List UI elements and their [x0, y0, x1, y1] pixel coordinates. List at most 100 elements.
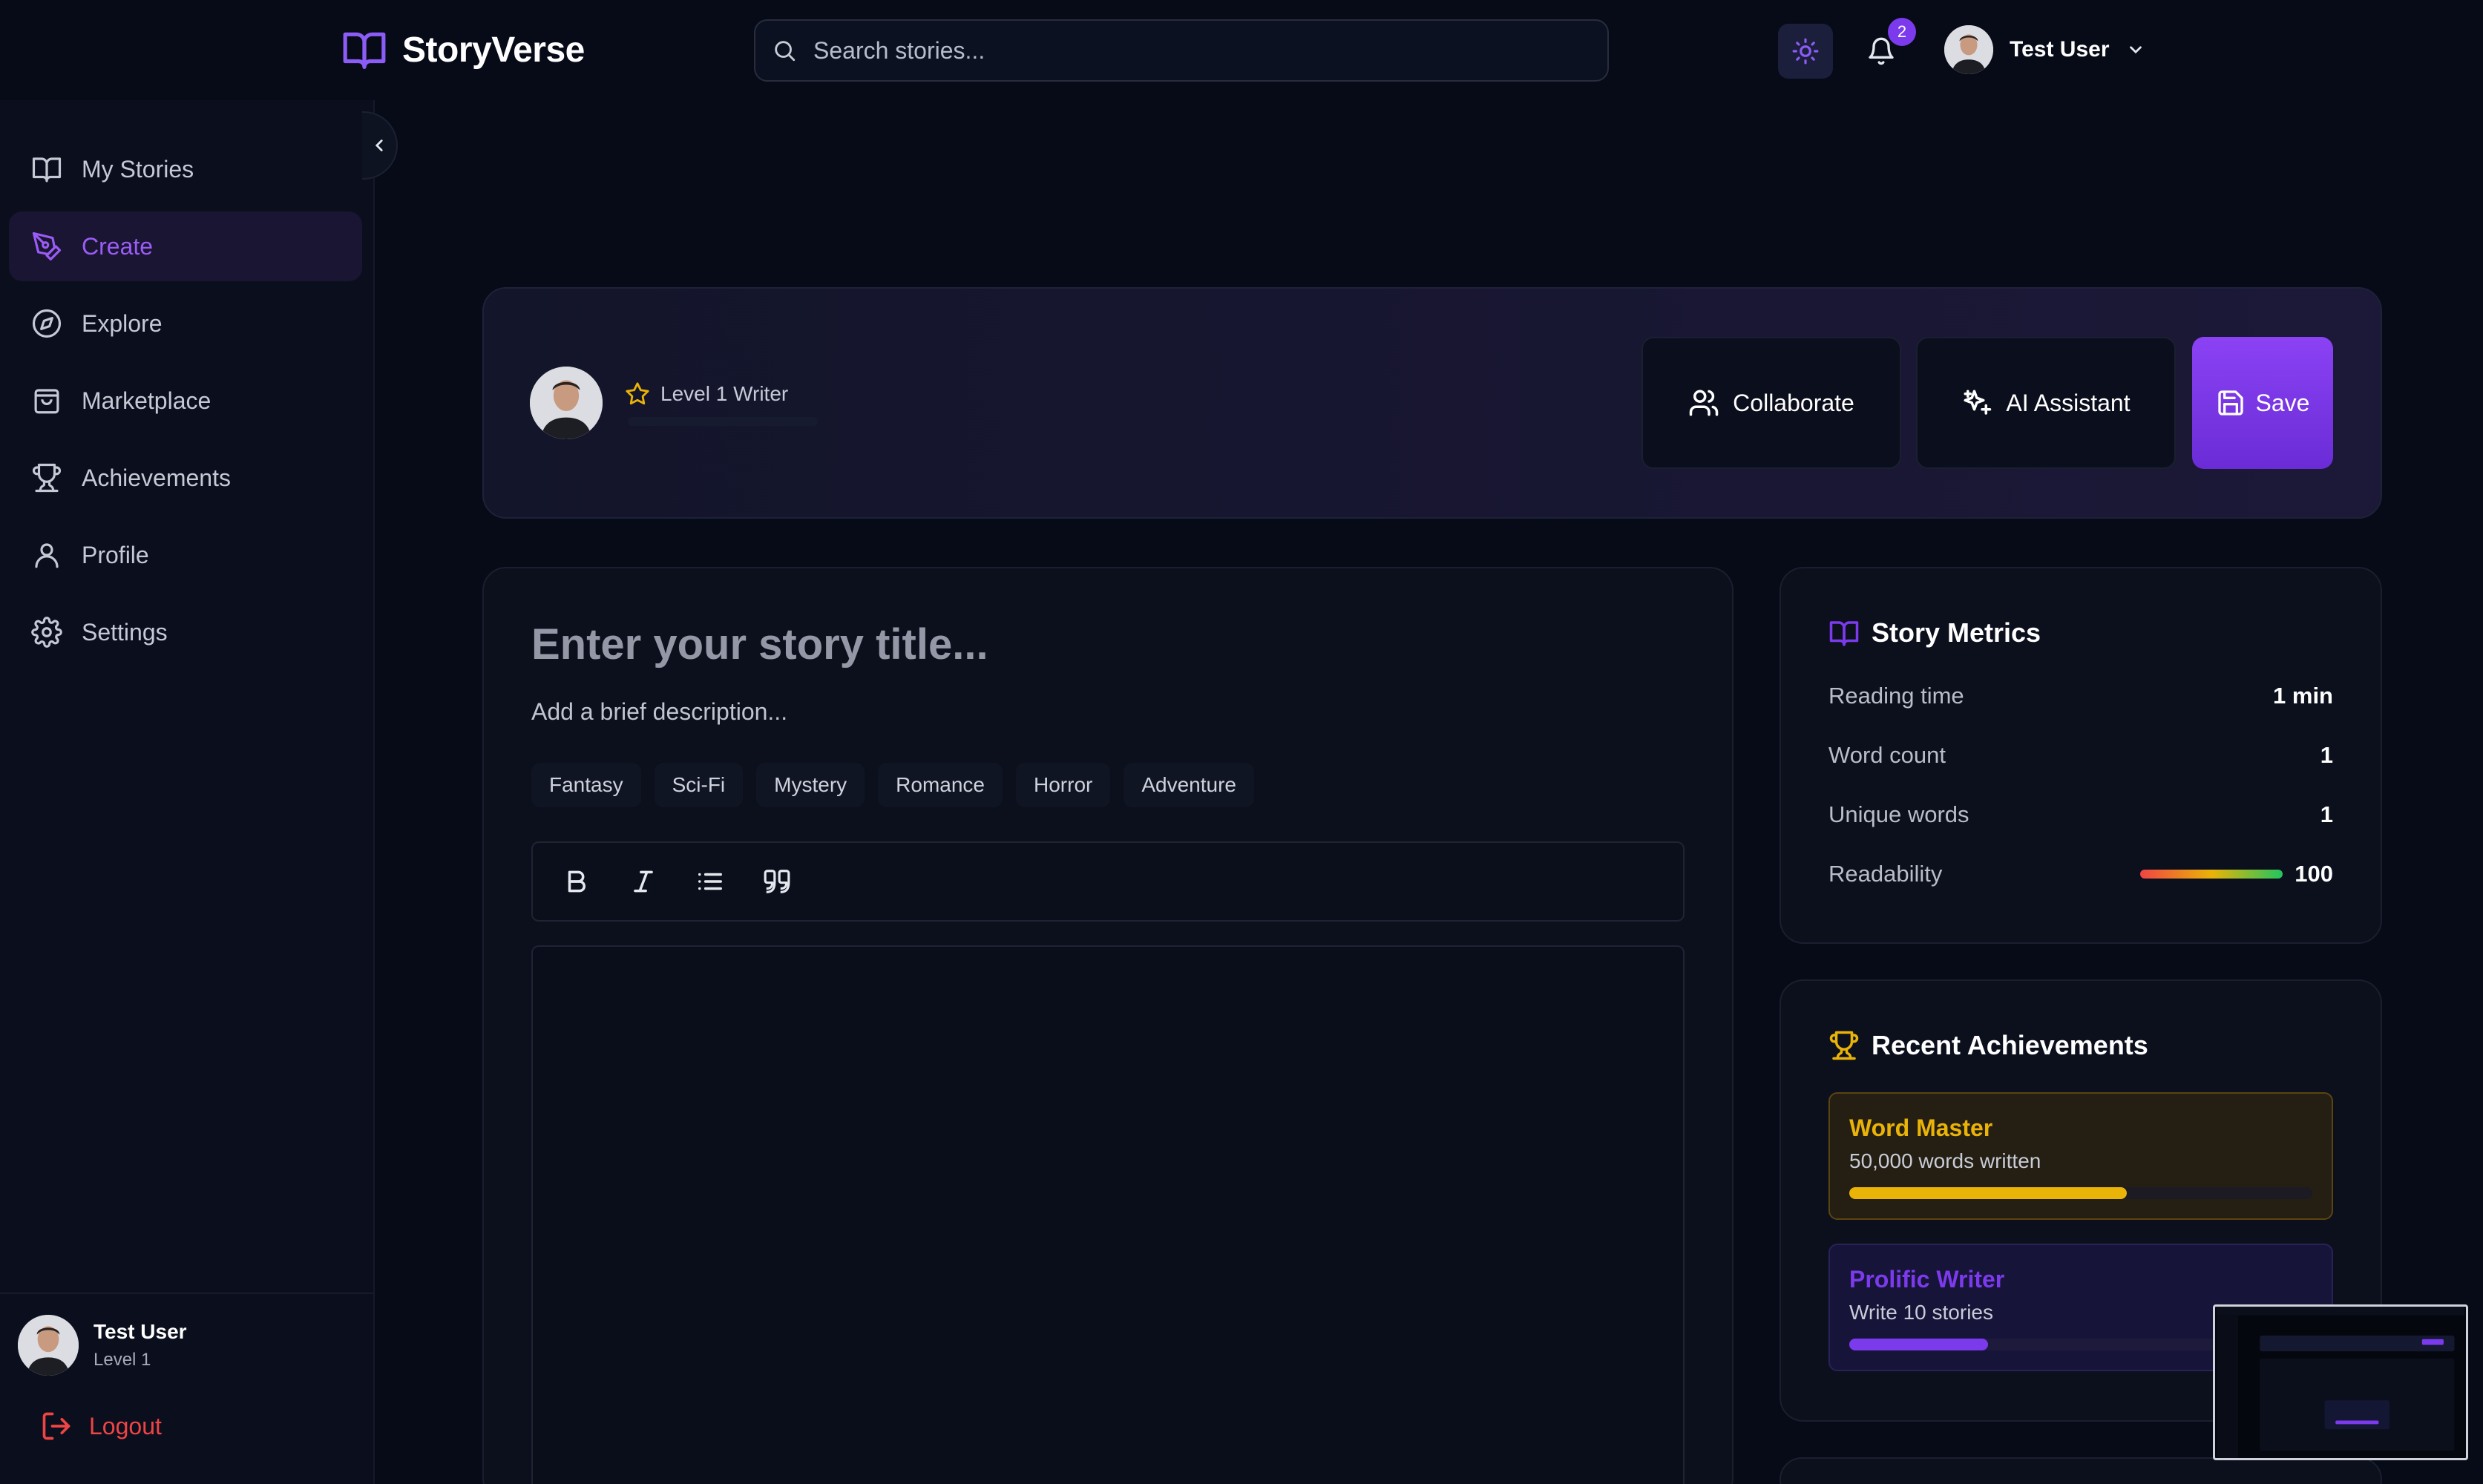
story-metrics-header: Story Metrics: [1828, 617, 2041, 649]
metric-label: Unique words: [1828, 801, 1969, 827]
sidebar-item-profile[interactable]: Profile: [9, 520, 362, 590]
metric-readability: Readability 100: [1828, 861, 2333, 887]
sidebar-item-label: Create: [82, 232, 154, 260]
achievement-description: 50,000 words written: [1849, 1149, 2041, 1172]
avatar: [18, 1315, 79, 1376]
bold-button[interactable]: [561, 866, 592, 897]
collapse-sidebar-button[interactable]: [362, 111, 398, 180]
sidebar-item-my-stories[interactable]: My Stories: [9, 134, 362, 204]
achievement-title: Prolific Writer: [1849, 1266, 2005, 1293]
quote-icon: [764, 870, 790, 893]
sidebar-item-label: My Stories: [82, 155, 194, 183]
readability-indicator: 100: [2140, 861, 2333, 887]
notification-badge: 2: [1888, 18, 1916, 46]
ai-assistant-label: AI Assistant: [2006, 389, 2131, 416]
brand-logo[interactable]: StoryVerse: [341, 25, 585, 74]
metric-word-count: Word count 1: [1828, 742, 2333, 769]
quote-button[interactable]: [761, 866, 793, 897]
achievement-progress-fill: [1849, 1339, 1989, 1350]
achievements-header: Recent Achievements: [1828, 1030, 2148, 1061]
trophy-icon: [1829, 1031, 1859, 1060]
book-open-icon: [32, 157, 62, 183]
sidebar-user[interactable]: Test User Level 1: [18, 1315, 187, 1376]
italic-button[interactable]: [628, 866, 659, 897]
metric-value: 1 min: [2273, 683, 2333, 709]
story-content-editor[interactable]: [531, 945, 1685, 1484]
writer-level: Level 1 Writer: [625, 381, 788, 407]
formatting-toolbar: [531, 841, 1685, 922]
genre-tag-fantasy[interactable]: Fantasy: [531, 763, 641, 807]
genre-tag-horror[interactable]: Horror: [1016, 763, 1111, 807]
sidebar-item-label: Settings: [82, 618, 168, 646]
metric-value: 1: [2320, 801, 2333, 827]
sparkles-icon: [1964, 390, 1992, 415]
preview-thumbnail[interactable]: [2213, 1304, 2468, 1460]
pen-tool-icon: [32, 232, 62, 261]
sidebar-item-achievements[interactable]: Achievements: [9, 443, 362, 513]
gear-icon: [31, 617, 62, 648]
achievement-title: Word Master: [1849, 1114, 1993, 1141]
shopping-bag-icon: [34, 389, 59, 414]
app-name: StoryVerse: [402, 30, 585, 70]
genre-tag-romance[interactable]: Romance: [878, 763, 1003, 807]
sidebar-item-label: Achievements: [82, 464, 231, 491]
level-label: Level 1 Writer: [660, 382, 789, 405]
achievement-progress-fill: [1849, 1187, 2128, 1199]
collaborate-button[interactable]: Collaborate: [1641, 337, 1901, 469]
metric-value: 1: [2320, 742, 2333, 768]
user-name: Test User: [2010, 37, 2110, 62]
level-progress-bar: [628, 417, 818, 426]
save-icon: [2217, 390, 2243, 416]
genre-tag-sci-fi[interactable]: Sci-Fi: [654, 763, 744, 807]
chevron-left-icon: [375, 139, 383, 151]
italic-icon: [634, 870, 653, 893]
collaborate-label: Collaborate: [1733, 389, 1854, 416]
sidebar-item-create[interactable]: Create: [9, 211, 362, 281]
sidebar-user-name: Test User: [94, 1320, 187, 1343]
sidebar-item-label: Explore: [82, 309, 163, 337]
achievement-progress-track: [1849, 1187, 2312, 1199]
ai-assistant-button[interactable]: AI Assistant: [1916, 337, 2176, 469]
user-icon: [35, 543, 59, 568]
metric-unique-words: Unique words 1: [1828, 801, 2333, 828]
save-button[interactable]: Save: [2192, 337, 2333, 469]
sun-icon: [1792, 38, 1819, 65]
user-menu[interactable]: Test User: [1944, 25, 2145, 74]
bold-icon: [568, 870, 586, 893]
sidebar-user-level: Level 1: [94, 1350, 151, 1370]
additional-card: [1780, 1457, 2382, 1484]
compass-icon: [32, 309, 62, 338]
story-metrics-title: Story Metrics: [1872, 617, 2041, 648]
preview-thumbnail-image: [2216, 1307, 2465, 1458]
bullet-list-button[interactable]: [695, 866, 726, 897]
book-open-icon: [343, 32, 386, 69]
sidebar-item-explore[interactable]: Explore: [9, 289, 362, 358]
star-icon: [626, 382, 649, 405]
genre-tag-mystery[interactable]: Mystery: [756, 763, 865, 807]
story-title-input[interactable]: [531, 614, 1689, 674]
chevron-down-icon: [2129, 46, 2142, 54]
metric-label: Word count: [1828, 742, 1946, 768]
logout-button[interactable]: Logout: [40, 1410, 162, 1442]
metric-label: Reading time: [1828, 683, 1964, 709]
sidebar-item-marketplace[interactable]: Marketplace: [9, 366, 362, 436]
sidebar-item-label: Marketplace: [82, 387, 211, 414]
genre-tags: Fantasy Sci-Fi Mystery Romance Horror Ad…: [531, 763, 1254, 807]
achievement-word-master[interactable]: Word Master 50,000 words written: [1828, 1092, 2333, 1220]
achievements-title: Recent Achievements: [1872, 1030, 2148, 1060]
logout-icon: [42, 1412, 70, 1440]
search-bar[interactable]: [754, 19, 1609, 82]
users-icon: [1689, 390, 1719, 416]
metric-label: Readability: [1828, 861, 1943, 887]
sidebar-item-label: Profile: [82, 541, 149, 568]
avatar[interactable]: [530, 367, 603, 439]
sidebar-item-settings[interactable]: Settings: [9, 597, 362, 667]
save-label: Save: [2255, 389, 2310, 416]
list-icon: [698, 873, 722, 890]
sidebar-divider: [0, 1293, 375, 1294]
genre-tag-adventure[interactable]: Adventure: [1124, 763, 1254, 807]
theme-toggle-button[interactable]: [1778, 24, 1833, 79]
book-open-icon: [1829, 621, 1859, 646]
story-description-input[interactable]: [531, 693, 1689, 730]
search-input[interactable]: [813, 36, 1585, 65]
